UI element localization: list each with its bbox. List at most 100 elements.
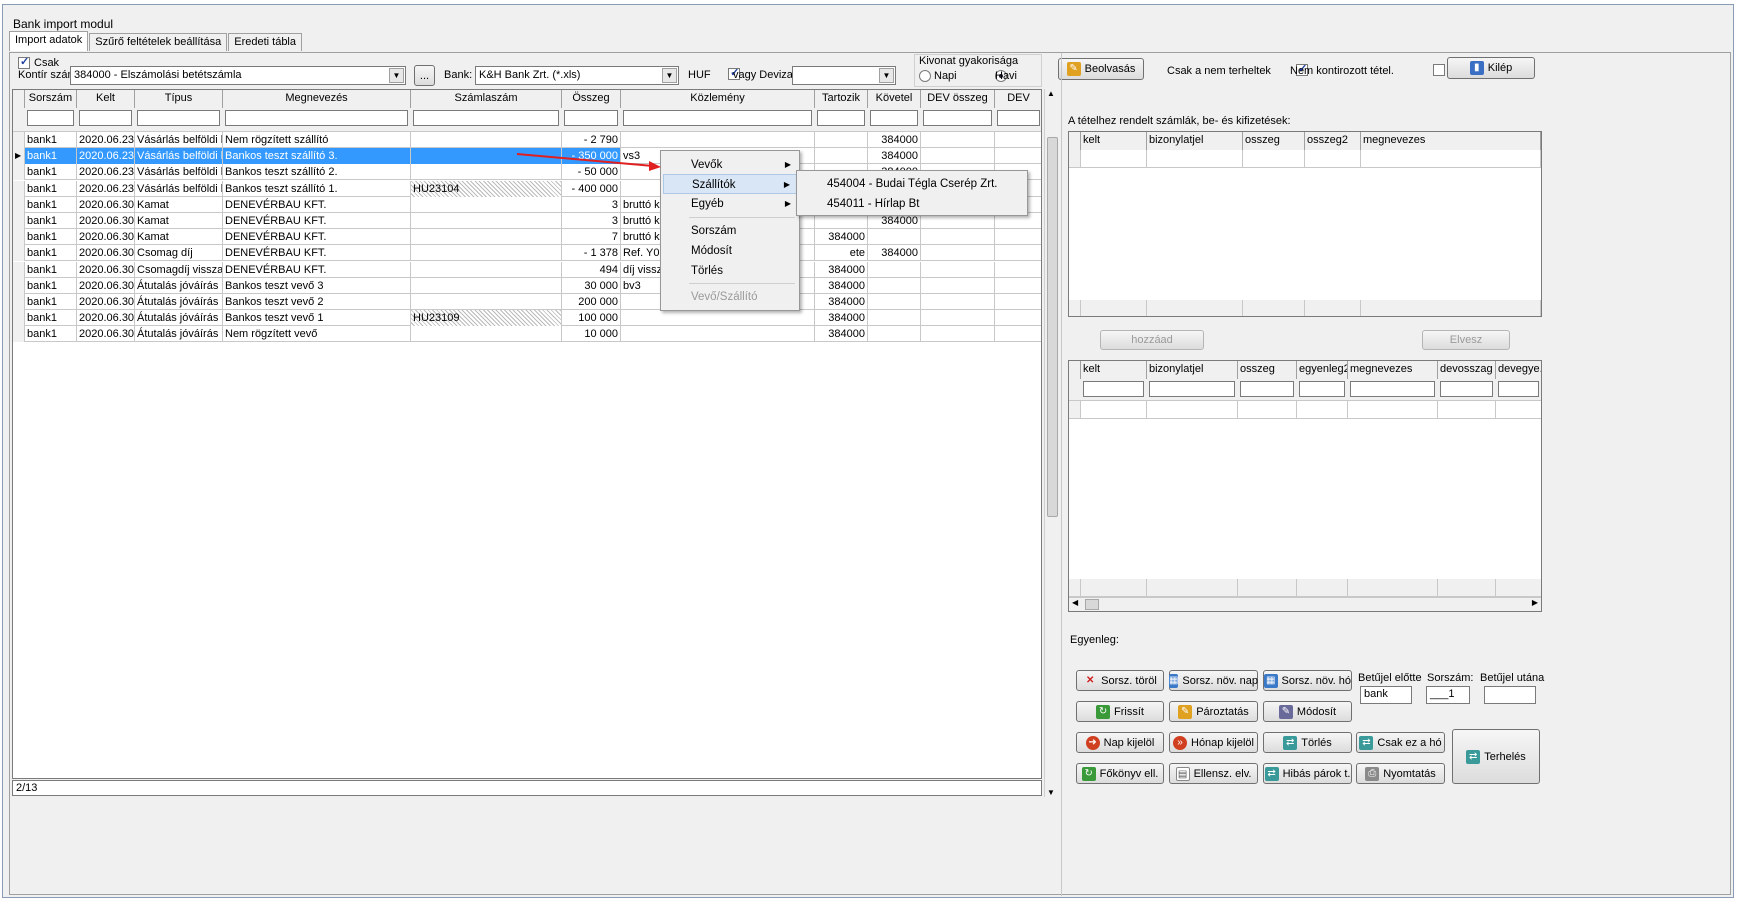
browse-button[interactable]: ... [414,65,435,86]
scroll-down-icon[interactable]: ▼ [1047,788,1055,797]
betujel-elotte-input[interactable]: bank [1360,686,1412,704]
col-header-kelt[interactable]: Kelt [77,90,135,108]
nem-kontir-checkbox[interactable] [1433,64,1446,77]
row-indicator[interactable] [13,229,25,246]
elvesz-button[interactable]: Elvesz [1422,330,1510,350]
menu-item-szallitok[interactable]: Szállítók ▶ [663,174,797,194]
kontir-select[interactable]: 384000 - Elszámolási betétszámla ▼ [70,66,406,85]
beolvasas-button[interactable]: ✎ Beolvasás [1058,58,1144,80]
betujel-utana-input[interactable] [1484,686,1536,704]
col-header-tartozik[interactable]: Tartozik [815,90,868,108]
table-row[interactable]: bank1 2020.06.30. Átutalás jóváírás Nem rög… [13,326,1041,343]
filter-input-megnevezes[interactable] [225,110,408,126]
deviza-select[interactable]: ▼ [792,66,896,85]
filter-input[interactable] [1350,381,1435,397]
csak-ez-a-ho-button[interactable]: ⇄ Csak ez a hó [1356,732,1445,753]
menu-item-sorszam[interactable]: Sorszám [663,221,797,241]
sorsz-torol-button[interactable]: ✕ Sorsz. töröl [1076,670,1164,691]
tab-szuro[interactable]: Szűrő feltételek beállítása [89,33,228,51]
table-row[interactable]: bank1 2020.06.30. Csomag díj DENEVÉRBAU KFT… [13,245,1041,262]
col-header-megnevezes[interactable]: Megnevezés [223,90,411,108]
col-header-sorszam[interactable]: Sorszám [25,90,77,108]
filter-input-kelt[interactable] [79,110,132,126]
table-row[interactable]: bank12020.06.23.Vásárlás belföldi kereNe… [13,132,1041,148]
scroll-up-icon[interactable]: ▲ [1047,89,1055,98]
col-header-kelt[interactable]: kelt [1081,132,1147,150]
filter-input[interactable] [1240,381,1294,397]
row-indicator[interactable] [13,294,25,310]
frissit-button[interactable]: ↻ Frissít [1076,701,1164,722]
filter-input-szamlaszam[interactable] [413,110,559,126]
menu-item-modosit[interactable]: Módosít [663,241,797,261]
col-header-osszeg2[interactable]: osszeg2 [1305,132,1361,150]
row-indicator[interactable] [13,277,25,294]
balance-grid-row[interactable] [1069,401,1541,419]
submenu-item-454004[interactable]: 454004 - Budai Tégla Cserép Zrt. [799,174,1025,194]
fokonyv-button[interactable]: ↻ Főkönyv ell. [1076,763,1164,784]
table-row[interactable]: bank1 2020.06.30. Átutalás jóváírás Bankos … [13,294,1041,310]
assigned-grid[interactable]: kelt bizonylatjel osszeg osszeg2 megnevezes [1068,131,1542,317]
nyomtatas-button[interactable]: ⎙ Nyomtatás [1356,763,1445,784]
row-indicator[interactable] [13,326,25,343]
col-header-kelt[interactable]: kelt [1081,361,1147,379]
menu-item-egyeb[interactable]: Egyéb ▶ [663,194,797,214]
row-indicator[interactable] [13,132,25,148]
hscroll-thumb[interactable] [1085,599,1099,610]
col-header-osszeg[interactable]: osszeg [1238,361,1297,379]
honap-kijelol-button[interactable]: » Hónap kijelöl [1169,732,1258,753]
csak-checkbox[interactable] [18,55,30,70]
filter-input[interactable] [1498,381,1539,397]
filter-input-dev-osszeg[interactable] [923,110,992,126]
row-indicator[interactable] [13,180,25,197]
col-header-dev-osszeg[interactable]: DEV összeg [921,90,995,108]
kilep-button[interactable]: ▮ Kilép [1447,57,1535,79]
filter-input-osszeg[interactable] [564,110,618,126]
col-header-devosszag[interactable]: devosszag [1438,361,1496,379]
filter-input-kozlemeny[interactable] [623,110,812,126]
col-header-megnevezes[interactable]: megnevezes [1348,361,1438,379]
filter-input-tipus[interactable] [137,110,220,126]
modosit-button[interactable]: ✎ Módosít [1263,701,1352,722]
row-indicator[interactable] [13,213,25,229]
row-indicator[interactable] [13,310,25,327]
assigned-grid-row[interactable] [1069,150,1541,168]
row-indicator[interactable] [13,245,25,262]
col-header-dev[interactable]: DEV [995,90,1041,108]
splitter[interactable] [1061,53,1062,896]
col-header-egyenleg2[interactable]: egyenleg2 [1297,361,1348,379]
filter-input[interactable] [1149,381,1235,397]
submenu-item-454011[interactable]: 454011 - Hírlap Bt [799,194,1025,214]
table-row[interactable]: bank1 2020.06.30. Átutalás jóváírás Bankos … [13,310,1041,327]
balance-grid[interactable]: kelt bizonylatjel osszeg egyenleg2 megneveze… [1068,360,1542,612]
scroll-right-icon[interactable]: ▶ [1532,598,1538,607]
filter-input-tartozik[interactable] [817,110,865,126]
grid-vscrollbar[interactable]: ▲ ▼ [1044,89,1060,797]
col-header-megnevezes[interactable]: megnevezes [1361,132,1541,150]
menu-item-vevok[interactable]: Vevők ▶ [663,155,797,175]
hibas-parok-button[interactable]: ⇄ Hibás párok t. [1263,763,1352,784]
table-row[interactable]: bank12020.06.30.Csomagdíj visszatéríDENE… [13,261,1041,278]
col-header-kozlemeny[interactable]: Közlemény [621,90,815,108]
filter-input[interactable] [1440,381,1493,397]
col-header-szamlaszam[interactable]: Számlaszám [411,90,562,108]
col-header-osszeg[interactable]: osszeg [1243,132,1305,150]
col-header-kovetel[interactable]: Követel [868,90,921,108]
col-header-tipus[interactable]: Típus [135,90,223,108]
sorszam-input[interactable]: ___1 [1426,686,1470,704]
col-header-devegye...[interactable]: devegye... [1496,361,1541,379]
table-row[interactable]: bank1 2020.06.30. Átutalás jóváírás Bankos … [13,277,1041,294]
torles-button[interactable]: ⇄ Törlés [1263,732,1352,753]
filter-input-dev[interactable] [997,110,1040,126]
col-header-osszeg[interactable]: Összeg [562,90,621,108]
menu-item-torles[interactable]: Törlés [663,261,797,281]
col-header-bizonylatjel[interactable]: bizonylatjel [1147,361,1238,379]
row-indicator[interactable] [13,196,25,213]
filter-input[interactable] [1083,381,1144,397]
filter-input-sorszam[interactable] [27,110,74,126]
scroll-thumb[interactable] [1047,137,1058,517]
sorsz-nov-nap-button[interactable]: ▦ Sorsz. növ. nap [1168,670,1258,691]
row-indicator[interactable] [13,261,25,278]
bank-select[interactable]: K&H Bank Zrt. (*.xls) ▼ [475,66,679,85]
sorsz-nov-ho-button[interactable]: ▦ Sorsz. növ. hó [1263,670,1352,691]
terheles-button[interactable]: ⇄ Terhelés [1452,729,1540,784]
